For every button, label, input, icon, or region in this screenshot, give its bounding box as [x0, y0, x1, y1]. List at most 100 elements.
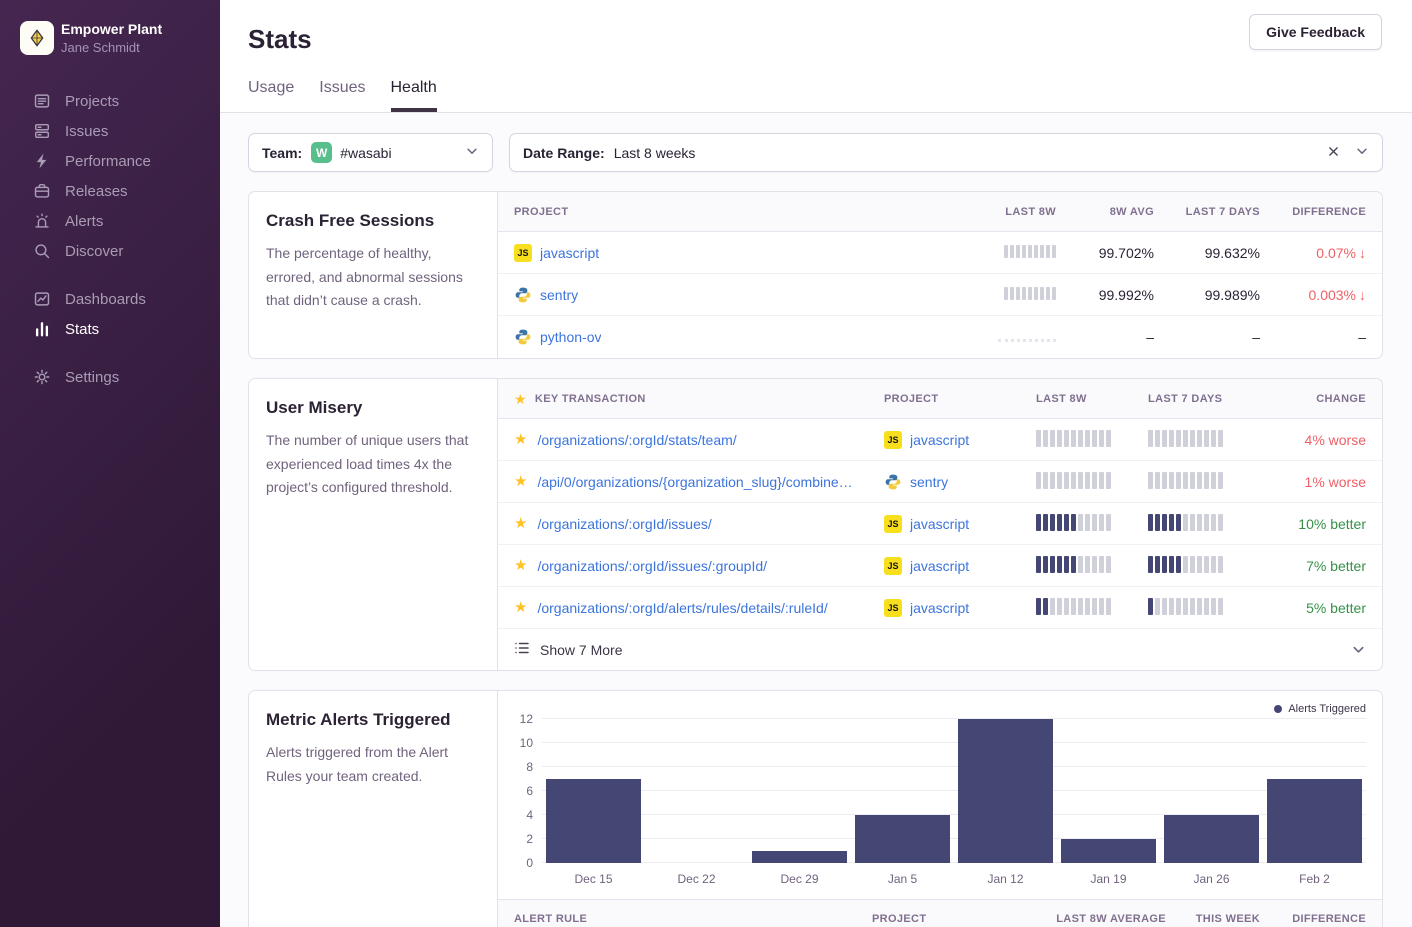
panel-description: Crash Free Sessions The percentage of he…: [249, 192, 498, 358]
sidebar-item-performance[interactable]: Performance: [0, 146, 220, 176]
org-logo-icon: [20, 21, 54, 55]
difference-value: 0.003%↓: [1260, 287, 1366, 303]
org-switcher[interactable]: Empower Plant Jane Schmidt: [0, 14, 220, 62]
table-row: JS javascript 99.702% 99.632% 0.07%↓: [498, 232, 1382, 274]
clear-icon[interactable]: [1327, 145, 1340, 161]
chart-bar[interactable]: [855, 815, 951, 863]
y-axis-tick: 6: [526, 784, 533, 798]
column-header: KEY TRANSACTION: [535, 393, 646, 405]
sidebar-item-label: Stats: [65, 321, 99, 338]
project-link[interactable]: javascript: [910, 600, 969, 616]
date-range-label: Date Range:: [523, 145, 605, 161]
date-range-selector[interactable]: Date Range: Last 8 weeks: [509, 133, 1383, 172]
transaction-link[interactable]: /api/0/organizations/{organization_slug}…: [537, 474, 852, 490]
avg-value: 99.992%: [1056, 287, 1154, 303]
sidebar-item-label: Settings: [65, 369, 119, 386]
key-transaction-star-icon[interactable]: ★: [514, 558, 527, 573]
settings-gear-icon: [33, 368, 51, 386]
chart-bar[interactable]: [1267, 779, 1363, 863]
panel-title: Metric Alerts Triggered: [266, 710, 477, 730]
sidebar-item-issues[interactable]: Issues: [0, 116, 220, 146]
chart-bar[interactable]: [958, 719, 1054, 863]
sparkline: [1036, 514, 1111, 531]
x-axis-label: Dec 29: [748, 872, 851, 886]
stats-icon: [33, 320, 51, 338]
panel-title: Crash Free Sessions: [266, 211, 477, 231]
chart-legend[interactable]: Alerts Triggered: [1274, 703, 1366, 715]
table-row: ★ /organizations/:orgId/issues/ JS javas…: [498, 503, 1382, 545]
python-platform-icon: [514, 328, 532, 346]
table-header: PROJECT LAST 8W 8W AVG LAST 7 DAYS DIFFE…: [498, 192, 1382, 232]
chart-bar[interactable]: [752, 851, 848, 863]
project-link[interactable]: javascript: [910, 516, 969, 532]
bar-slot: [851, 719, 954, 863]
panel-title: User Misery: [266, 398, 477, 418]
project-link[interactable]: javascript: [540, 245, 599, 261]
transaction-link[interactable]: /organizations/:orgId/alerts/rules/detai…: [537, 600, 827, 616]
sparkline: [1036, 556, 1111, 573]
project-link[interactable]: javascript: [910, 432, 969, 448]
chevron-down-icon: [1351, 642, 1366, 657]
python-platform-icon: [884, 473, 902, 491]
main-area: Stats Give Feedback Usage Issues Health …: [220, 0, 1412, 927]
column-header: 8W AVG: [1056, 206, 1154, 218]
change-value: 5% better: [1260, 600, 1366, 616]
transaction-link[interactable]: /organizations/:orgId/issues/: [537, 516, 711, 532]
give-feedback-button[interactable]: Give Feedback: [1249, 14, 1382, 50]
key-transaction-star-icon[interactable]: ★: [514, 516, 527, 531]
user-name: Jane Schmidt: [61, 39, 162, 57]
difference-value: 0.07%↓: [1260, 245, 1366, 261]
column-header: ALERT RULE: [514, 913, 872, 925]
chart-bar[interactable]: [1164, 815, 1260, 863]
sidebar-item-projects[interactable]: Projects: [0, 86, 220, 116]
x-axis-label: Jan 19: [1057, 872, 1160, 886]
change-value: 1% worse: [1260, 474, 1366, 490]
transaction-link[interactable]: /organizations/:orgId/stats/team/: [537, 432, 736, 448]
nav-divider: [0, 344, 220, 362]
sidebar-item-stats[interactable]: Stats: [0, 314, 220, 344]
team-selector[interactable]: Team: W #wasabi: [248, 133, 493, 172]
sidebar-item-label: Discover: [65, 243, 123, 260]
y-axis-tick: 8: [526, 760, 533, 774]
change-value: 10% better: [1260, 516, 1366, 532]
bar-slot: [542, 719, 645, 863]
key-transaction-star-icon[interactable]: ★: [514, 474, 527, 489]
y-axis-tick: 4: [526, 808, 533, 822]
project-link[interactable]: javascript: [910, 558, 969, 574]
column-header: PROJECT: [514, 206, 944, 218]
sidebar-item-releases[interactable]: Releases: [0, 176, 220, 206]
javascript-platform-icon: JS: [884, 599, 902, 617]
sidebar-nav: Projects Issues Performance Releases Ale…: [0, 86, 220, 392]
last7-value: 99.632%: [1154, 245, 1260, 261]
nav-divider: [0, 266, 220, 284]
sparkline: [1148, 514, 1223, 531]
panel-text: The percentage of healthy, errored, and …: [266, 242, 477, 313]
sidebar-item-alerts[interactable]: Alerts: [0, 206, 220, 236]
tab-issues[interactable]: Issues: [319, 79, 365, 112]
sidebar-item-label: Projects: [65, 93, 119, 110]
key-transaction-star-icon[interactable]: ★: [514, 432, 527, 447]
sidebar-item-discover[interactable]: Discover: [0, 236, 220, 266]
sparkline: [1036, 472, 1111, 489]
project-link[interactable]: sentry: [910, 474, 948, 490]
project-link[interactable]: python-ov: [540, 329, 601, 345]
sidebar-item-settings[interactable]: Settings: [0, 362, 220, 392]
x-axis-label: Dec 15: [542, 872, 645, 886]
sidebar-item-dashboards[interactable]: Dashboards: [0, 284, 220, 314]
y-axis-tick: 10: [520, 736, 533, 750]
y-axis-tick: 12: [520, 712, 533, 726]
tab-usage[interactable]: Usage: [248, 79, 294, 112]
python-platform-icon: [514, 286, 532, 304]
chart-bar[interactable]: [546, 779, 642, 863]
project-link[interactable]: sentry: [540, 287, 578, 303]
chart-bar[interactable]: [1061, 839, 1157, 863]
key-transaction-star-icon[interactable]: ★: [514, 600, 527, 615]
show-more-button[interactable]: Show 7 More: [498, 629, 1382, 670]
last7-value: –: [1154, 329, 1260, 345]
performance-icon: [33, 152, 51, 170]
filter-bar: Team: W #wasabi Date Range: Last 8 weeks: [248, 133, 1383, 172]
transaction-link[interactable]: /organizations/:orgId/issues/:groupId/: [537, 558, 767, 574]
x-axis-label: Feb 2: [1263, 872, 1366, 886]
tab-health[interactable]: Health: [391, 79, 437, 112]
difference-value: –: [1260, 329, 1366, 345]
